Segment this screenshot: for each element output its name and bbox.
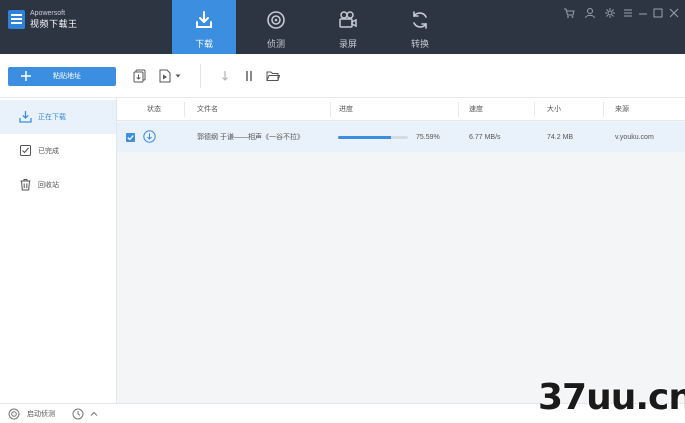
downloading-status-icon xyxy=(143,130,156,143)
pause-icon[interactable] xyxy=(242,69,256,83)
column-header-filename[interactable]: 文件名 xyxy=(197,105,218,114)
tab-record[interactable]: 录屏 xyxy=(316,0,380,54)
maximize-icon[interactable] xyxy=(652,7,664,19)
file-name: 郭德纲 于谦——相声《一谷不拉》 xyxy=(197,134,304,141)
row-checkbox[interactable] xyxy=(126,133,135,142)
trash-icon xyxy=(20,179,31,191)
table-row[interactable]: 郭德纲 于谦——相声《一谷不拉》 75.59% 6.77 MB/s 74.2 M… xyxy=(117,122,685,152)
tab-label: 录屏 xyxy=(338,39,357,49)
column-header-status[interactable]: 状态 xyxy=(147,105,161,114)
progress-percent: 75.59% xyxy=(416,134,440,141)
plus-icon xyxy=(21,71,31,81)
column-header-speed[interactable]: 速度 xyxy=(469,105,483,114)
download-arrow-icon[interactable] xyxy=(218,69,232,83)
cart-icon[interactable] xyxy=(563,7,575,19)
file-size: 74.2 MB xyxy=(547,134,574,141)
batch-download-icon[interactable] xyxy=(133,69,147,83)
close-icon[interactable] xyxy=(668,7,680,19)
sidebar-item-recycle-bin[interactable]: 回收站 xyxy=(0,168,116,202)
tab-label: 转换 xyxy=(410,39,429,49)
progress-bar xyxy=(338,136,408,139)
video-camera-icon xyxy=(339,11,357,28)
toolbar-divider xyxy=(200,64,201,88)
sidebar-item-label: 回收站 xyxy=(38,182,59,189)
column-header-progress[interactable]: 进度 xyxy=(339,105,353,114)
sidebar: 正在下载 已完成 回收站 xyxy=(0,98,117,403)
download-speed: 6.77 MB/s xyxy=(469,134,501,141)
table-header: 状态 文件名 进度 速度 大小 来源 xyxy=(117,98,685,121)
folder-icon[interactable] xyxy=(266,69,280,83)
tab-convert[interactable]: 转换 xyxy=(388,0,452,54)
tab-download[interactable]: 下载 xyxy=(172,0,236,54)
target-icon xyxy=(267,11,285,29)
clock-icon[interactable] xyxy=(72,408,84,420)
column-header-source[interactable]: 来源 xyxy=(615,105,629,114)
dropdown-caret-icon[interactable] xyxy=(175,73,181,79)
sidebar-item-downloading[interactable]: 正在下载 xyxy=(0,100,116,134)
tab-label: 侦测 xyxy=(266,39,285,49)
app-title: 视频下载王 xyxy=(30,19,78,29)
menu-icon[interactable] xyxy=(622,7,634,19)
column-header-size[interactable]: 大小 xyxy=(547,105,561,114)
progress-bar-fill xyxy=(338,136,391,139)
paste-url-button[interactable]: 粘贴地址 xyxy=(8,67,116,86)
app-logo xyxy=(8,10,25,29)
chevron-up-icon[interactable] xyxy=(88,408,100,420)
download-list: 状态 文件名 进度 速度 大小 来源 郭德纲 于谦——相声《一谷不拉》 75.5… xyxy=(117,98,685,403)
detect-toggle-icon[interactable] xyxy=(8,408,20,420)
sidebar-item-label: 正在下载 xyxy=(38,114,66,121)
file-source: v.youku.com xyxy=(615,134,654,141)
user-icon[interactable] xyxy=(584,7,596,19)
brand-name: Apowersoft xyxy=(30,10,66,17)
check-icon xyxy=(127,135,134,141)
sidebar-item-completed[interactable]: 已完成 xyxy=(0,134,116,168)
paste-url-label: 粘贴地址 xyxy=(53,73,81,80)
tab-label: 下载 xyxy=(194,39,213,49)
refresh-icon xyxy=(413,11,427,29)
start-detect-label[interactable]: 启动侦测 xyxy=(27,410,55,419)
download-icon xyxy=(19,111,32,123)
download-icon xyxy=(196,11,212,28)
title-bar: Apowersoft 视频下载王 下载 侦测 录屏 转换 xyxy=(0,0,685,54)
minimize-icon[interactable] xyxy=(637,7,649,19)
checklist-icon xyxy=(20,145,31,156)
sidebar-item-label: 已完成 xyxy=(38,148,59,155)
video-file-icon[interactable] xyxy=(158,69,172,83)
tab-detect[interactable]: 侦测 xyxy=(244,0,308,54)
settings-icon[interactable] xyxy=(604,7,616,19)
watermark: 37uu.cn xyxy=(538,377,685,418)
